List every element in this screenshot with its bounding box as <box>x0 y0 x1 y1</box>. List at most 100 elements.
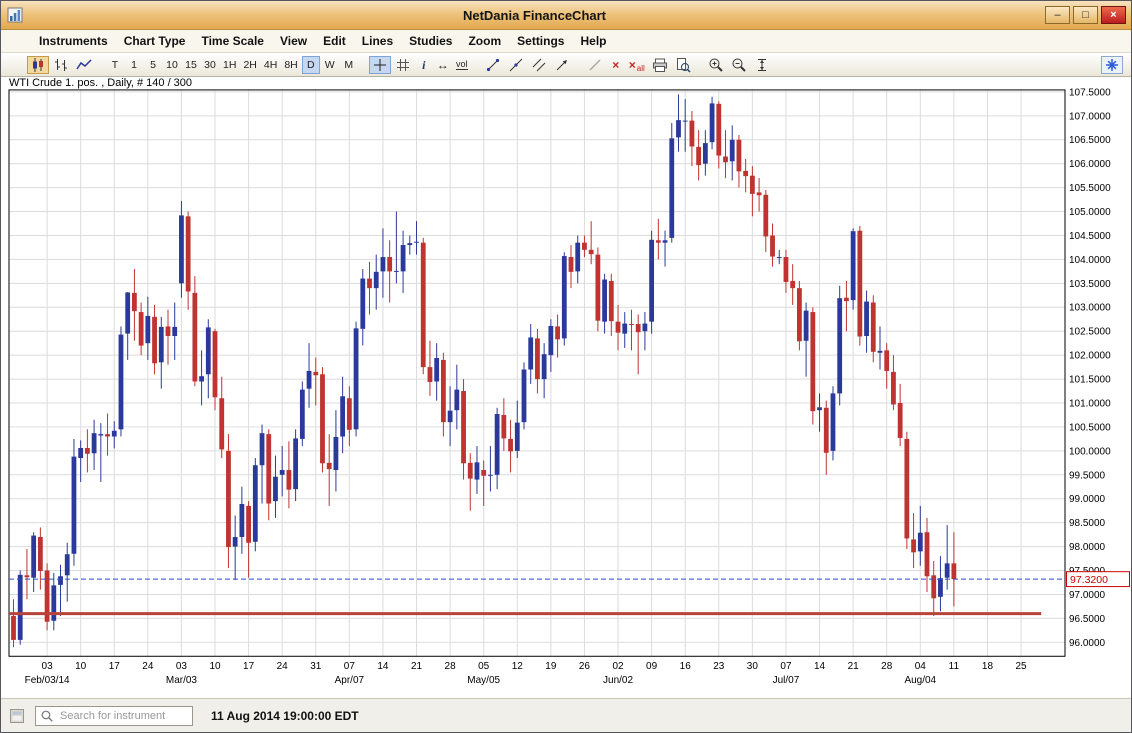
parallel-lines-icon[interactable] <box>528 56 550 74</box>
svg-text:19: 19 <box>545 661 557 672</box>
svg-text:98.0000: 98.0000 <box>1069 542 1106 553</box>
delete-all-lines-icon[interactable]: ×all <box>626 56 648 74</box>
line-chart-icon[interactable] <box>73 56 95 74</box>
svg-text:105.5000: 105.5000 <box>1069 183 1111 194</box>
svg-text:07: 07 <box>344 661 356 672</box>
svg-text:104.0000: 104.0000 <box>1069 255 1111 266</box>
svg-text:107.0000: 107.0000 <box>1069 111 1111 122</box>
toolbar-separator <box>472 64 481 65</box>
menu-studies[interactable]: Studies <box>401 32 460 50</box>
svg-text:102.5000: 102.5000 <box>1069 327 1111 338</box>
timeframe-10-button[interactable]: 10 <box>163 56 181 74</box>
svg-text:107.5000: 107.5000 <box>1069 87 1111 98</box>
svg-text:Mar/03: Mar/03 <box>166 675 198 686</box>
timeframe-w-button[interactable]: W <box>321 56 339 74</box>
grid-icon[interactable] <box>392 56 414 74</box>
minimize-button[interactable]: – <box>1045 6 1070 24</box>
svg-text:May/05: May/05 <box>467 675 500 686</box>
volume-indicator-icon[interactable]: vol <box>453 56 471 74</box>
instrument-search[interactable] <box>35 706 193 726</box>
svg-text:101.0000: 101.0000 <box>1069 399 1111 410</box>
svg-text:07: 07 <box>780 661 792 672</box>
search-icon[interactable] <box>40 709 54 723</box>
menu-chart-type[interactable]: Chart Type <box>116 32 194 50</box>
netdania-link-icon[interactable] <box>1101 56 1123 74</box>
svg-text:09: 09 <box>646 661 658 672</box>
svg-text:24: 24 <box>142 661 154 672</box>
menu-instruments[interactable]: Instruments <box>31 32 116 50</box>
search-input[interactable] <box>58 709 188 723</box>
titlebar[interactable]: NetDania FinanceChart – □ × <box>1 1 1131 30</box>
menu-lines[interactable]: Lines <box>354 32 401 50</box>
vertical-scale-icon[interactable] <box>751 56 773 74</box>
ohlc-bar-chart-icon[interactable] <box>50 56 72 74</box>
crosshair-icon[interactable] <box>369 56 391 74</box>
menu-settings[interactable]: Settings <box>509 32 572 50</box>
svg-text:10: 10 <box>75 661 87 672</box>
last-price-label: 97.3200 <box>1070 575 1108 586</box>
svg-text:21: 21 <box>848 661 860 672</box>
svg-text:17: 17 <box>243 661 255 672</box>
candlestick-chart-icon[interactable] <box>27 56 49 74</box>
svg-text:102.0000: 102.0000 <box>1069 351 1111 362</box>
app-window: NetDania FinanceChart – □ × InstrumentsC… <box>0 0 1132 733</box>
statusbar: 11 Aug 2014 19:00:00 EDT <box>1 698 1131 732</box>
svg-text:30: 30 <box>747 661 759 672</box>
timeframe-30-button[interactable]: 30 <box>201 56 219 74</box>
svg-text:14: 14 <box>814 661 826 672</box>
expand-horizontal-icon[interactable]: ↔ <box>434 56 452 74</box>
timeframe-d-button[interactable]: D <box>302 56 320 74</box>
svg-text:18: 18 <box>982 661 994 672</box>
svg-text:21: 21 <box>411 661 423 672</box>
svg-text:103.5000: 103.5000 <box>1069 279 1111 290</box>
zoom-out-icon[interactable] <box>728 56 750 74</box>
timeframe-4h-button[interactable]: 4H <box>261 56 280 74</box>
timeframe-8h-button[interactable]: 8H <box>281 56 300 74</box>
info-icon[interactable]: i <box>415 56 433 74</box>
trend-line-icon[interactable] <box>482 56 504 74</box>
svg-text:31: 31 <box>310 661 322 672</box>
timeframe-15-button[interactable]: 15 <box>182 56 200 74</box>
menubar: InstrumentsChart TypeTime ScaleViewEditL… <box>1 30 1131 53</box>
timeframe-2h-button[interactable]: 2H <box>240 56 259 74</box>
timeframe-1h-button[interactable]: 1H <box>220 56 239 74</box>
svg-text:106.0000: 106.0000 <box>1069 159 1111 170</box>
svg-text:11: 11 <box>949 661 960 672</box>
svg-text:05: 05 <box>478 661 490 672</box>
panel-icon[interactable] <box>9 708 25 724</box>
svg-text:26: 26 <box>579 661 591 672</box>
toolbar-separator <box>359 64 368 65</box>
menu-zoom[interactable]: Zoom <box>460 32 509 50</box>
svg-text:23: 23 <box>713 661 725 672</box>
close-button[interactable]: × <box>1101 6 1126 24</box>
svg-text:Aug/04: Aug/04 <box>904 675 936 686</box>
toolbar-separator <box>695 64 704 65</box>
svg-text:Feb/03/14: Feb/03/14 <box>25 675 70 686</box>
menu-edit[interactable]: Edit <box>315 32 354 50</box>
app-icon <box>6 6 24 24</box>
timeframe-m-button[interactable]: M <box>340 56 358 74</box>
svg-text:104.5000: 104.5000 <box>1069 231 1111 242</box>
menu-time-scale[interactable]: Time Scale <box>193 32 271 50</box>
menu-view[interactable]: View <box>272 32 315 50</box>
ray-line-icon[interactable] <box>505 56 527 74</box>
print-icon[interactable] <box>649 56 671 74</box>
svg-text:100.5000: 100.5000 <box>1069 422 1111 433</box>
remove-line-icon[interactable] <box>584 56 606 74</box>
instrument-label: WTI Crude 1. pos. , Daily, # 140 / 300 <box>9 77 192 89</box>
chart-area: 107.5000107.0000106.5000106.0000105.5000… <box>1 77 1131 698</box>
svg-text:12: 12 <box>512 661 524 672</box>
price-chart[interactable]: 107.5000107.0000106.5000106.0000105.5000… <box>1 77 1131 698</box>
maximize-button[interactable]: □ <box>1073 6 1098 24</box>
timeframe-1-button[interactable]: 1 <box>125 56 143 74</box>
svg-text:99.5000: 99.5000 <box>1069 470 1106 481</box>
menu-help[interactable]: Help <box>572 32 614 50</box>
zoom-page-icon[interactable] <box>672 56 694 74</box>
toolbar-separator <box>96 64 105 65</box>
toolbar-separator <box>574 64 583 65</box>
timeframe-t-button[interactable]: T <box>106 56 124 74</box>
zoom-in-icon[interactable] <box>705 56 727 74</box>
delete-line-icon[interactable]: × <box>607 56 625 74</box>
arrow-line-icon[interactable] <box>551 56 573 74</box>
timeframe-5-button[interactable]: 5 <box>144 56 162 74</box>
